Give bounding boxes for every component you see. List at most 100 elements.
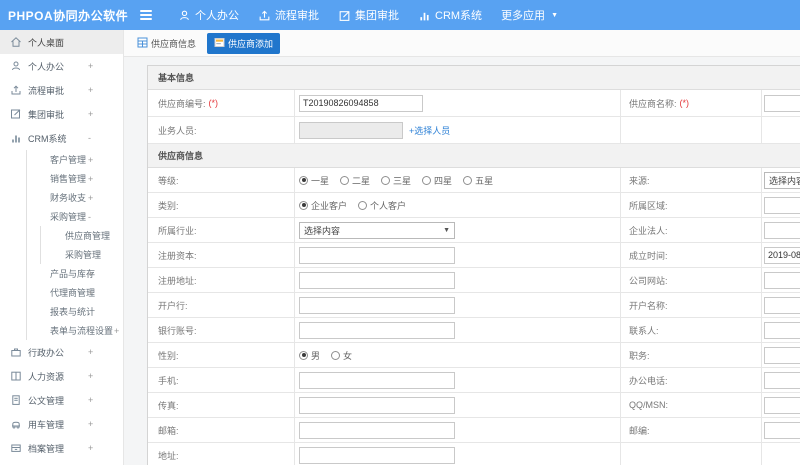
- position-input[interactable]: [764, 346, 800, 364]
- sidebar-item-admin-office[interactable]: 行政办公 +: [0, 340, 123, 364]
- source-select[interactable]: 选择内容▼: [764, 171, 800, 189]
- registered-capital-input[interactable]: [299, 246, 455, 264]
- industry-select[interactable]: 选择内容 ▼: [299, 221, 455, 239]
- choose-person-link[interactable]: +选择人员: [409, 124, 450, 137]
- office-phone-input[interactable]: [764, 371, 800, 389]
- zip-code-input[interactable]: [764, 421, 800, 439]
- category-label: 类别:: [158, 200, 179, 211]
- level-label: 等级:: [158, 175, 179, 186]
- sidebar-item-crm-system[interactable]: CRM系统 -: [0, 126, 123, 150]
- business-person-input[interactable]: [299, 121, 403, 139]
- expand-icon[interactable]: +: [88, 395, 93, 405]
- sidebar-item-human-resources[interactable]: 人力资源 +: [0, 364, 123, 388]
- established-date-input[interactable]: [764, 246, 800, 264]
- expand-icon[interactable]: +: [88, 371, 93, 381]
- nav-more-apps[interactable]: 更多应用 ▼: [501, 7, 558, 23]
- supplier-code-input[interactable]: [299, 94, 423, 112]
- mobile-input[interactable]: [299, 371, 455, 389]
- sidebar-item-personal-desktop[interactable]: 个人桌面: [0, 30, 123, 54]
- expand-icon[interactable]: +: [88, 347, 93, 357]
- section-title: 基本信息: [148, 66, 800, 90]
- supplier-name-label: 供应商名称: (*): [620, 90, 761, 116]
- form-add-icon: [214, 37, 225, 50]
- radio-level-1[interactable]: 一星: [299, 174, 329, 187]
- sidebar-item-finance[interactable]: 财务收支 +: [27, 188, 123, 207]
- sidebar-item-supplier-mgmt[interactable]: 供应商管理: [41, 226, 123, 245]
- sidebar-item-personal-office[interactable]: 个人办公 +: [0, 54, 123, 78]
- sidebar-item-form-process-settings[interactable]: 表单与流程设置 +: [27, 321, 123, 340]
- legal-person-input[interactable]: [764, 221, 800, 239]
- address-label: 地址:: [158, 450, 179, 461]
- radio-gender-male[interactable]: 男: [299, 349, 320, 362]
- qq-msn-input[interactable]: [764, 396, 800, 414]
- sidebar-item-document-mgmt[interactable]: 公文管理 +: [0, 388, 123, 412]
- company-website-input[interactable]: [764, 271, 800, 289]
- sidebar-item-sales-mgmt[interactable]: 销售管理 +: [27, 169, 123, 188]
- sidebar-item-archive-mgmt[interactable]: 档案管理 +: [0, 436, 123, 460]
- established-date-label: 成立时间:: [620, 243, 761, 267]
- sidebar-item-purchase-mgmt[interactable]: 采购管理 -: [27, 207, 123, 226]
- expand-icon[interactable]: +: [88, 85, 93, 95]
- address-input[interactable]: [299, 446, 455, 464]
- sidebar-item-purchasing[interactable]: 采购管理: [41, 245, 123, 264]
- form-row: 供应商编号: (*) 供应商名称: (*): [148, 90, 800, 117]
- supplier-name-input[interactable]: [764, 94, 800, 112]
- form-row: 银行账号: 联系人:: [148, 318, 800, 343]
- contact-person-input[interactable]: [764, 321, 800, 339]
- radio-enterprise-customer[interactable]: 企业客户: [299, 199, 347, 212]
- expand-icon[interactable]: +: [88, 443, 93, 453]
- expand-icon[interactable]: +: [88, 269, 93, 279]
- tab-supplier-add[interactable]: 供应商添加: [207, 32, 281, 54]
- sidebar: 个人桌面 个人办公 + 流程审批 + 集团审批 + CRM系统 - 客户管理 +…: [0, 30, 124, 465]
- sidebar-item-vehicle-mgmt[interactable]: 用车管理 +: [0, 412, 123, 436]
- collapse-icon[interactable]: -: [88, 212, 91, 222]
- expand-icon[interactable]: +: [88, 109, 93, 119]
- radio-gender-female[interactable]: 女: [331, 349, 352, 362]
- expand-icon[interactable]: +: [88, 288, 93, 298]
- form-row: 类别: 企业客户 个人客户 所属区域:: [148, 193, 800, 218]
- form-row: 传真: QQ/MSN:: [148, 393, 800, 418]
- app-logo: PHPOA协同办公软件: [8, 8, 129, 23]
- sidebar-item-product-inventory[interactable]: 产品与库存 +: [27, 264, 123, 283]
- tab-supplier-info[interactable]: 供应商信息: [133, 34, 200, 53]
- bank-branch-input[interactable]: [299, 296, 455, 314]
- expand-icon[interactable]: +: [88, 419, 93, 429]
- purchase-submenu: 供应商管理 采购管理: [40, 226, 123, 264]
- sidebar-item-process-approval[interactable]: 流程审批 +: [0, 78, 123, 102]
- expand-icon[interactable]: +: [88, 61, 93, 71]
- fax-input[interactable]: [299, 396, 455, 414]
- region-input[interactable]: [764, 196, 800, 214]
- nav-process-approval[interactable]: 流程审批: [258, 7, 319, 23]
- nav-crm-system[interactable]: CRM系统: [418, 7, 482, 23]
- expand-icon[interactable]: +: [88, 155, 93, 165]
- registered-address-input[interactable]: [299, 271, 455, 289]
- radio-icon: [422, 175, 432, 185]
- collapse-icon[interactable]: -: [88, 133, 91, 143]
- radio-level-4[interactable]: 四星: [422, 174, 452, 187]
- expand-icon[interactable]: +: [88, 193, 93, 203]
- sidebar-item-agent-mgmt[interactable]: 代理商管理 +: [27, 283, 123, 302]
- account-name-input[interactable]: [764, 296, 800, 314]
- source-label: 来源:: [620, 168, 761, 192]
- required-mark: (*): [679, 98, 690, 108]
- home-icon: [10, 36, 22, 48]
- sidebar-item-customer-mgmt[interactable]: 客户管理 +: [27, 150, 123, 169]
- car-icon: [10, 418, 22, 430]
- sidebar-item-reports-stats[interactable]: 报表与统计: [27, 302, 123, 321]
- radio-level-5[interactable]: 五星: [463, 174, 493, 187]
- nav-group-approval[interactable]: 集团审批: [338, 7, 399, 23]
- expand-icon[interactable]: +: [88, 174, 93, 184]
- registered-capital-label: 注册资本:: [158, 250, 197, 261]
- nav-personal-office[interactable]: 个人办公: [178, 7, 239, 23]
- mobile-label: 手机:: [158, 375, 179, 386]
- radio-level-3[interactable]: 三星: [381, 174, 411, 187]
- hamburger-menu-icon[interactable]: [140, 10, 152, 20]
- user-icon: [10, 60, 22, 72]
- bank-account-input[interactable]: [299, 321, 455, 339]
- sidebar-item-group-approval[interactable]: 集团审批 +: [0, 102, 123, 126]
- radio-level-2[interactable]: 二星: [340, 174, 370, 187]
- email-input[interactable]: [299, 421, 455, 439]
- radio-personal-customer[interactable]: 个人客户: [358, 199, 406, 212]
- book-icon: [10, 370, 22, 382]
- expand-icon[interactable]: +: [114, 326, 119, 336]
